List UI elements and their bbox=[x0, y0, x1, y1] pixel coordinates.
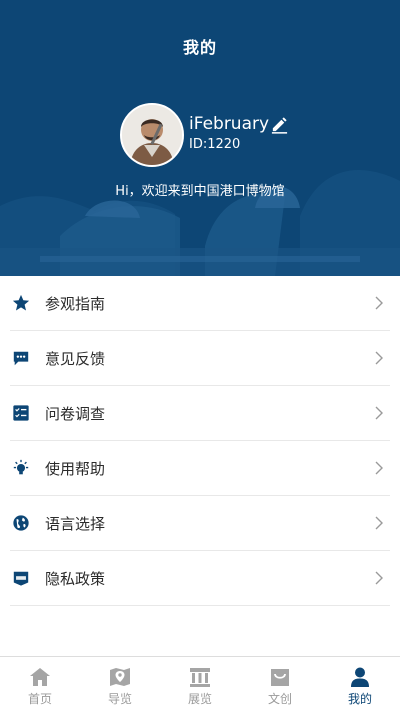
menu-item-visit-guide[interactable]: 参观指南 bbox=[10, 276, 390, 331]
tab-exhibition[interactable]: 展览 bbox=[160, 657, 240, 711]
checklist-icon bbox=[13, 405, 29, 421]
menu-item-label: 隐私政策 bbox=[45, 570, 106, 588]
menu-item-label: 语言选择 bbox=[45, 515, 106, 533]
tab-mine[interactable]: 我的 bbox=[320, 657, 400, 711]
tab-label: 导览 bbox=[107, 692, 132, 706]
tab-guide[interactable]: 导览 bbox=[80, 657, 160, 711]
edit-pencil-icon[interactable] bbox=[270, 115, 289, 134]
menu-item-help[interactable]: 使用帮助 bbox=[10, 441, 390, 496]
menu-item-label: 参观指南 bbox=[45, 295, 106, 313]
tab-cultural-products[interactable]: 文创 bbox=[240, 657, 320, 711]
menu-item-feedback[interactable]: 意见反馈 bbox=[10, 331, 390, 386]
tab-label: 我的 bbox=[347, 692, 372, 706]
tab-label: 文创 bbox=[267, 692, 292, 706]
chevron-right-icon bbox=[375, 461, 383, 475]
profile-header: 我的 iFebruary ID:1220 Hi，欢迎来到中国港口博物馆 bbox=[0, 0, 400, 276]
menu-item-label: 使用帮助 bbox=[45, 460, 106, 478]
chevron-right-icon bbox=[375, 406, 383, 420]
welcome-message: Hi，欢迎来到中国港口博物馆 bbox=[115, 184, 285, 199]
sos-shield-icon bbox=[13, 571, 29, 586]
menu-item-privacy-policy[interactable]: 隐私政策 bbox=[10, 551, 390, 606]
avatar-image bbox=[122, 105, 182, 165]
chevron-right-icon bbox=[375, 571, 383, 585]
menu-list: 参观指南 意见反馈 问卷调查 使用帮助 语言选择 隐私政策 bbox=[0, 276, 400, 606]
username: iFebruary bbox=[189, 114, 270, 134]
bottom-tab-bar: 首页 导览 展览 文创 我的 bbox=[0, 656, 400, 711]
menu-item-survey[interactable]: 问卷调查 bbox=[10, 386, 390, 441]
map-pin-icon bbox=[110, 668, 130, 686]
avatar[interactable] bbox=[120, 103, 184, 167]
menu-item-language[interactable]: 语言选择 bbox=[10, 496, 390, 551]
menu-item-label: 问卷调查 bbox=[45, 405, 106, 423]
chevron-right-icon bbox=[375, 296, 383, 310]
tab-label: 展览 bbox=[187, 692, 212, 706]
tab-label: 首页 bbox=[27, 692, 52, 706]
user-icon bbox=[351, 667, 369, 687]
feedback-bubble-icon bbox=[13, 351, 29, 366]
chevron-right-icon bbox=[375, 351, 383, 365]
museum-icon bbox=[190, 668, 210, 687]
menu-item-label: 意见反馈 bbox=[45, 350, 106, 368]
user-id: ID:1220 bbox=[189, 137, 241, 152]
star-icon bbox=[12, 294, 30, 311]
tab-home[interactable]: 首页 bbox=[0, 657, 80, 711]
home-icon bbox=[30, 668, 50, 686]
chevron-right-icon bbox=[375, 516, 383, 530]
globe-icon bbox=[13, 515, 29, 531]
page-title: 我的 bbox=[182, 38, 217, 57]
lightbulb-icon bbox=[13, 459, 29, 475]
shopping-bag-icon bbox=[271, 669, 289, 686]
